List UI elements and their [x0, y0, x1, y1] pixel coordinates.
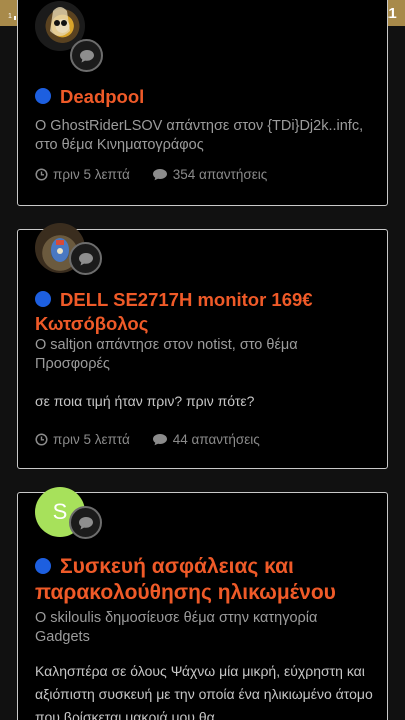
- topic-title[interactable]: Deadpool: [35, 85, 373, 109]
- activity-description: Ο skiloulis δημοσίευσε θέμα στην κατηγορ…: [35, 610, 318, 645]
- post-time: πριν 5 λεπτά: [53, 432, 130, 447]
- topic-title-text[interactable]: Deadpool: [60, 86, 144, 107]
- clock-icon: [35, 433, 48, 446]
- sim1-label: 1: [8, 13, 12, 20]
- activity-card[interactable]: S Συσκευή ασφάλειας και παρακολούθησης η…: [17, 487, 388, 720]
- unread-dot: [35, 558, 51, 574]
- activity-description: Ο saltjon απάντησε στον notist, στο θέμα…: [35, 337, 298, 372]
- unread-dot: [35, 88, 51, 104]
- comment-icon: [152, 434, 167, 446]
- reply-bubble-icon: [69, 242, 102, 275]
- post-excerpt: σε ποια τιμή ήταν πριν? πριν πότε?: [35, 393, 255, 409]
- activity-description: Ο GhostRiderLSOV απάντησε στον {TDi}Dj2k…: [35, 118, 364, 153]
- comment-icon: [152, 169, 167, 181]
- topic-title-text[interactable]: DELL SE2717H monitor 169€ Κωτσόβολος: [35, 289, 313, 334]
- reply-bubble-icon: [69, 506, 102, 539]
- post-excerpt: Καλησπέρα σε όλους Ψάχνω μία μικρή, εύχρ…: [35, 663, 373, 720]
- clock-icon: [35, 168, 48, 181]
- activity-card[interactable]: DELL SE2717H monitor 169€ Κωτσόβολος Ο s…: [17, 223, 388, 469]
- reply-count: 44 απαντήσεις: [172, 432, 260, 447]
- post-meta: πριν 5 λεπτά 354 απαντήσεις: [35, 167, 289, 182]
- topic-title[interactable]: Συσκευή ασφάλειας και παρακολούθησης ηλι…: [35, 554, 373, 606]
- topic-title-text[interactable]: Συσκευή ασφάλειας και παρακολούθησης ηλι…: [35, 555, 336, 604]
- post-time: πριν 5 λεπτά: [53, 167, 130, 182]
- unread-dot: [35, 291, 51, 307]
- topic-title[interactable]: DELL SE2717H monitor 169€ Κωτσόβολος: [35, 288, 373, 336]
- reply-bubble-icon: [70, 39, 103, 72]
- activity-card[interactable]: Deadpool Ο GhostRiderLSOV απάντησε στον …: [17, 0, 388, 206]
- reply-count: 354 απαντήσεις: [172, 167, 268, 182]
- post-meta: πριν 5 λεπτά 44 απαντήσεις: [35, 432, 282, 447]
- avatar-letter: S: [52, 499, 68, 524]
